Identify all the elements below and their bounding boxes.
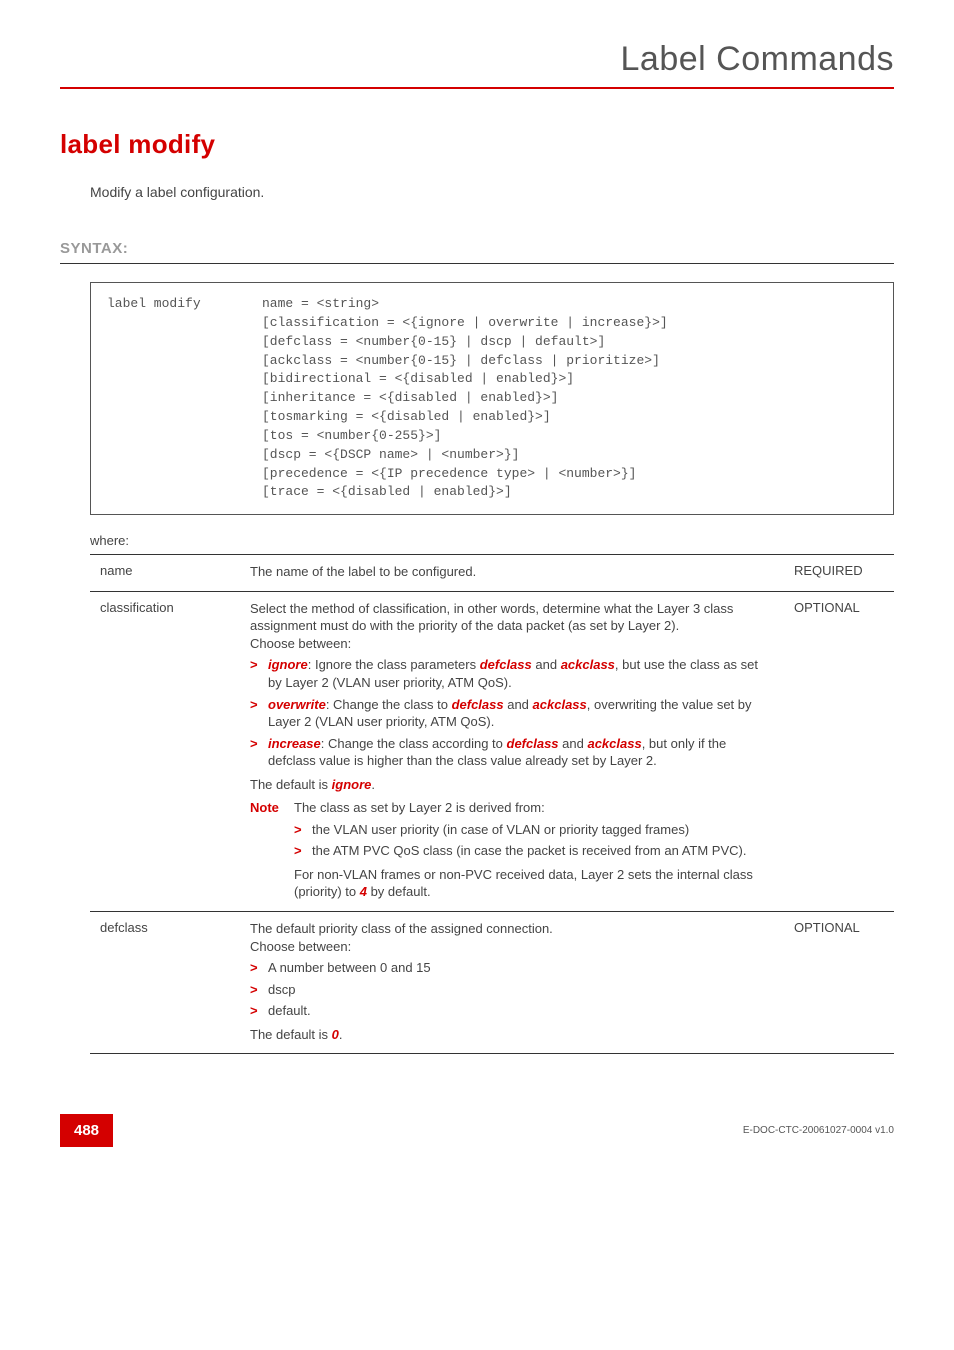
chevron-icon: > [250, 981, 268, 999]
note-text: The class as set by Layer 2 is derived f… [294, 799, 774, 817]
table-row: defclass The default priority class of t… [90, 912, 894, 1054]
default-value: ignore [332, 777, 372, 792]
chevron-icon: > [294, 842, 312, 860]
option-key: increase [268, 736, 321, 751]
term: ackclass [587, 736, 641, 751]
text: default. [268, 1002, 774, 1020]
command-title: label modify [60, 129, 894, 160]
note-tail: For non-VLAN frames or non-PVC received … [294, 866, 774, 901]
note-label: Note [250, 799, 294, 817]
param-req: OPTIONAL [784, 912, 894, 1054]
list-item: > the VLAN user priority (in case of VLA… [294, 821, 774, 839]
term: ackclass [561, 657, 615, 672]
option-key: ignore [268, 657, 308, 672]
param-intro: Select the method of classification, in … [250, 600, 774, 653]
list-item: > ignore: Ignore the class parameters de… [250, 656, 774, 691]
text: . [371, 777, 375, 792]
param-name: defclass [90, 912, 240, 1054]
term: defclass [507, 736, 559, 751]
param-name: name [90, 555, 240, 592]
text: A number between 0 and 15 [268, 959, 774, 977]
text: the ATM PVC QoS class (in case the packe… [312, 842, 774, 860]
option-text: ignore: Ignore the class parameters defc… [268, 656, 774, 691]
table-row: classification Select the method of clas… [90, 591, 894, 911]
option-text: increase: Change the class according to … [268, 735, 774, 770]
option-text: overwrite: Change the class to defclass … [268, 696, 774, 731]
syntax-box: label modify name = <string> [classifica… [90, 282, 894, 515]
chevron-icon: > [250, 696, 268, 731]
syntax-rule [60, 263, 894, 264]
term: defclass [452, 697, 504, 712]
text: : Change the class to [326, 697, 452, 712]
text: : Ignore the class parameters [308, 657, 480, 672]
syntax-heading: SYNTAX: [60, 240, 894, 257]
list-item: > overwrite: Change the class to defclas… [250, 696, 774, 731]
chevron-icon: > [250, 656, 268, 691]
text: and [532, 657, 561, 672]
default-line: The default is 0. [250, 1026, 774, 1044]
command-description: Modify a label configuration. [90, 184, 894, 200]
param-desc: Select the method of classification, in … [240, 591, 784, 911]
list-item: > A number between 0 and 15 [250, 959, 774, 977]
parameter-table: name The name of the label to be configu… [90, 554, 894, 1054]
term: defclass [480, 657, 532, 672]
syntax-command: label modify [107, 295, 262, 502]
default-line: The default is ignore. [250, 776, 774, 794]
list-item: > increase: Change the class according t… [250, 735, 774, 770]
list-item: > default. [250, 1002, 774, 1020]
chevron-icon: > [250, 1002, 268, 1020]
value: 4 [360, 884, 367, 899]
page-number: 488 [60, 1114, 113, 1147]
default-value: 0 [332, 1027, 339, 1042]
text: . [339, 1027, 343, 1042]
syntax-args: name = <string> [classification = <{igno… [262, 295, 668, 502]
param-desc: The name of the label to be configured. [240, 555, 784, 592]
param-name: classification [90, 591, 240, 911]
text: by default. [367, 884, 431, 899]
chevron-icon: > [250, 959, 268, 977]
text: and [504, 697, 533, 712]
list-item: > dscp [250, 981, 774, 999]
text: and [559, 736, 588, 751]
text: dscp [268, 981, 774, 999]
page-footer: 488 E-DOC-CTC-20061027-0004 v1.0 [60, 1114, 894, 1147]
term: ackclass [533, 697, 587, 712]
option-key: overwrite [268, 697, 326, 712]
doc-id: E-DOC-CTC-20061027-0004 v1.0 [743, 1125, 894, 1136]
chevron-icon: > [294, 821, 312, 839]
param-desc: The default priority class of the assign… [240, 912, 784, 1054]
param-req: OPTIONAL [784, 591, 894, 911]
text: The default is [250, 777, 332, 792]
chevron-icon: > [250, 735, 268, 770]
param-intro: The default priority class of the assign… [250, 920, 774, 955]
table-row: name The name of the label to be configu… [90, 555, 894, 592]
text: : Change the class according to [321, 736, 507, 751]
header-rule [60, 87, 894, 89]
chapter-title: Label Commands [60, 40, 894, 87]
text: the VLAN user priority (in case of VLAN … [312, 821, 774, 839]
list-item: > the ATM PVC QoS class (in case the pac… [294, 842, 774, 860]
note-line: Note The class as set by Layer 2 is deri… [250, 799, 774, 817]
text: The default is [250, 1027, 332, 1042]
where-label: where: [90, 533, 894, 548]
param-req: REQUIRED [784, 555, 894, 592]
